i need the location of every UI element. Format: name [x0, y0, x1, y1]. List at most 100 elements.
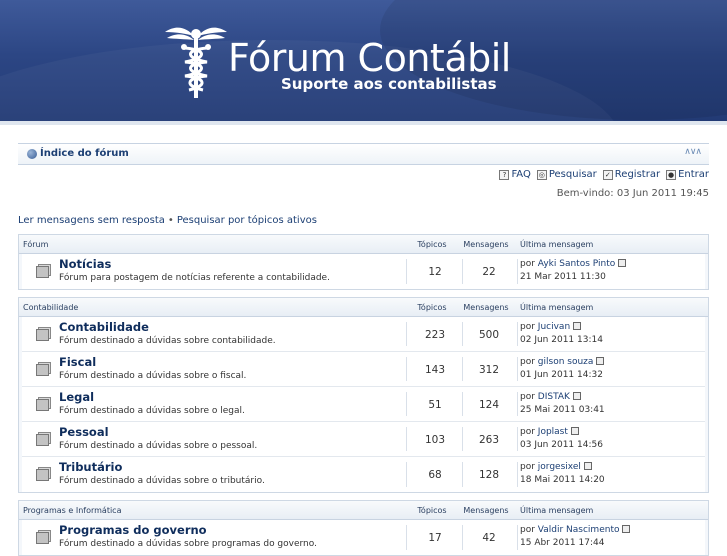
post-count: 263 [478, 434, 500, 446]
author-link[interactable]: Ayki Santos Pinto [538, 259, 615, 269]
login-icon: ● [666, 169, 677, 180]
posts-column-header: Mensagens [463, 506, 509, 515]
forum-title-link[interactable]: Fiscal [59, 355, 96, 369]
view-latest-post-icon[interactable] [583, 462, 592, 470]
author-link[interactable]: Valdir Nascimento [538, 525, 620, 535]
column-divider [517, 259, 518, 284]
column-divider [406, 322, 407, 346]
active-topics-link[interactable]: Pesquisar por tópicos ativos [177, 215, 317, 226]
forum-title-link[interactable]: Notícias [59, 257, 111, 271]
column-divider [462, 322, 463, 346]
category-header: Fórum Tópicos Mensagens Última mensagem [19, 235, 708, 254]
column-divider [517, 357, 518, 381]
column-divider [517, 427, 518, 451]
register-link[interactable]: ✓ Registrar [602, 169, 661, 180]
category-header: Contabilidade Tópicos Mensagens Última m… [19, 298, 708, 317]
forum-folder-icon [36, 362, 51, 376]
forum-folder-icon [36, 530, 51, 544]
login-link[interactable]: ● Entrar [666, 169, 709, 180]
post-count: 500 [478, 329, 500, 341]
topic-count: 143 [424, 364, 446, 376]
forum-folder-icon [36, 397, 51, 411]
column-divider [517, 322, 518, 346]
header-divider [0, 121, 727, 125]
author-link[interactable]: gilson souza [538, 357, 594, 367]
forum-title-link[interactable]: Tributário [59, 460, 122, 474]
last-post-date: 18 Mai 2011 14:20 [520, 475, 605, 485]
author-link[interactable]: Joplast [538, 427, 568, 437]
forum-row: Legal Fórum destinado a dúvidas sobre o … [22, 387, 705, 422]
last-post-author: por Ayki Santos Pinto [520, 259, 627, 269]
view-latest-post-icon[interactable] [622, 525, 631, 533]
last-post-date: 21 Mar 2011 11:30 [520, 272, 606, 282]
column-divider [406, 357, 407, 381]
posts-column-header: Mensagens [463, 303, 509, 312]
last-post-date: 01 Jun 2011 14:32 [520, 370, 603, 380]
last-post-author: por Joplast [520, 427, 579, 437]
faq-link[interactable]: ? FAQ [499, 169, 531, 180]
author-link[interactable]: DISTAK [538, 392, 570, 402]
view-latest-post-icon[interactable] [573, 322, 582, 330]
forum-category: Fórum Tópicos Mensagens Última mensagem … [18, 234, 709, 290]
category-header: Programas e Informática Tópicos Mensagen… [19, 501, 708, 520]
register-label: Registrar [614, 169, 661, 180]
by-label: por [520, 525, 535, 535]
last-post-date: 02 Jun 2011 13:14 [520, 335, 603, 345]
last-post-date: 03 Jun 2011 14:56 [520, 440, 603, 450]
forum-title-link[interactable]: Pessoal [59, 425, 109, 439]
view-latest-post-icon[interactable] [572, 392, 581, 400]
column-divider [517, 525, 518, 550]
search-link[interactable]: ◎ Pesquisar [536, 169, 597, 180]
by-label: por [520, 357, 535, 367]
quick-links: Ler mensagens sem resposta • Pesquisar por… [18, 215, 317, 226]
forum-folder-icon [36, 432, 51, 446]
column-divider [462, 525, 463, 550]
unanswered-posts-link[interactable]: Ler mensagens sem resposta [18, 215, 165, 226]
column-divider [462, 357, 463, 381]
author-link[interactable]: Jucivan [538, 322, 570, 332]
view-latest-post-icon[interactable] [596, 357, 605, 365]
forum-description: Fórum destinado a dúvidas sobre programa… [59, 539, 317, 549]
last-post-author: por Valdir Nascimento [520, 525, 631, 535]
forum-description: Fórum para postagem de notícias referent… [59, 273, 330, 283]
column-divider [517, 392, 518, 416]
globe-icon [27, 149, 37, 159]
author-link[interactable]: jorgesixel [538, 462, 581, 472]
forum-description: Fórum destinado a dúvidas sobre o pessoa… [59, 441, 258, 451]
category-name[interactable]: Fórum [23, 240, 48, 249]
by-label: por [520, 392, 535, 402]
forum-folder-icon [36, 264, 51, 278]
post-count: 124 [478, 399, 500, 411]
column-divider [406, 259, 407, 284]
search-label: Pesquisar [548, 169, 597, 180]
forum-title-link[interactable]: Programas do governo [59, 523, 207, 537]
user-menu: ? FAQ ◎ Pesquisar ✓ Registrar ● Entrar [499, 169, 709, 180]
last-post-author: por DISTAK [520, 392, 581, 402]
last-post-author: por jorgesixel [520, 462, 592, 472]
posts-column-header: Mensagens [463, 240, 509, 249]
forum-folder-icon [36, 467, 51, 481]
collapse-header-icon[interactable]: ∧∨∧ [684, 147, 702, 157]
topic-count: 68 [428, 469, 442, 481]
column-divider [406, 525, 407, 550]
topic-count: 103 [424, 434, 446, 446]
category-name[interactable]: Programas e Informática [23, 506, 121, 515]
forum-category: Contabilidade Tópicos Mensagens Última m… [18, 297, 709, 493]
forum-row: Notícias Fórum para postagem de notícias… [22, 254, 705, 289]
view-latest-post-icon[interactable] [570, 427, 579, 435]
by-label: por [520, 462, 535, 472]
forum-title-link[interactable]: Legal [59, 390, 94, 404]
link-separator: • [167, 215, 174, 226]
last-post-column-header: Última mensagem [520, 506, 594, 515]
forum-title-link[interactable]: Contabilidade [59, 320, 149, 334]
column-divider [406, 427, 407, 451]
breadcrumb-home-link[interactable]: Índice do fórum [40, 148, 129, 159]
topic-count: 51 [428, 399, 442, 411]
caduceus-logo-icon[interactable] [163, 22, 229, 100]
site-title[interactable]: Fórum Contábil [228, 36, 511, 80]
topics-column-header: Tópicos [417, 303, 447, 312]
forum-row: Tributário Fórum destinado a dúvidas sob… [22, 457, 705, 492]
view-latest-post-icon[interactable] [618, 259, 627, 267]
category-name[interactable]: Contabilidade [23, 303, 78, 312]
site-subtitle: Suporte aos contabilistas [281, 75, 497, 93]
